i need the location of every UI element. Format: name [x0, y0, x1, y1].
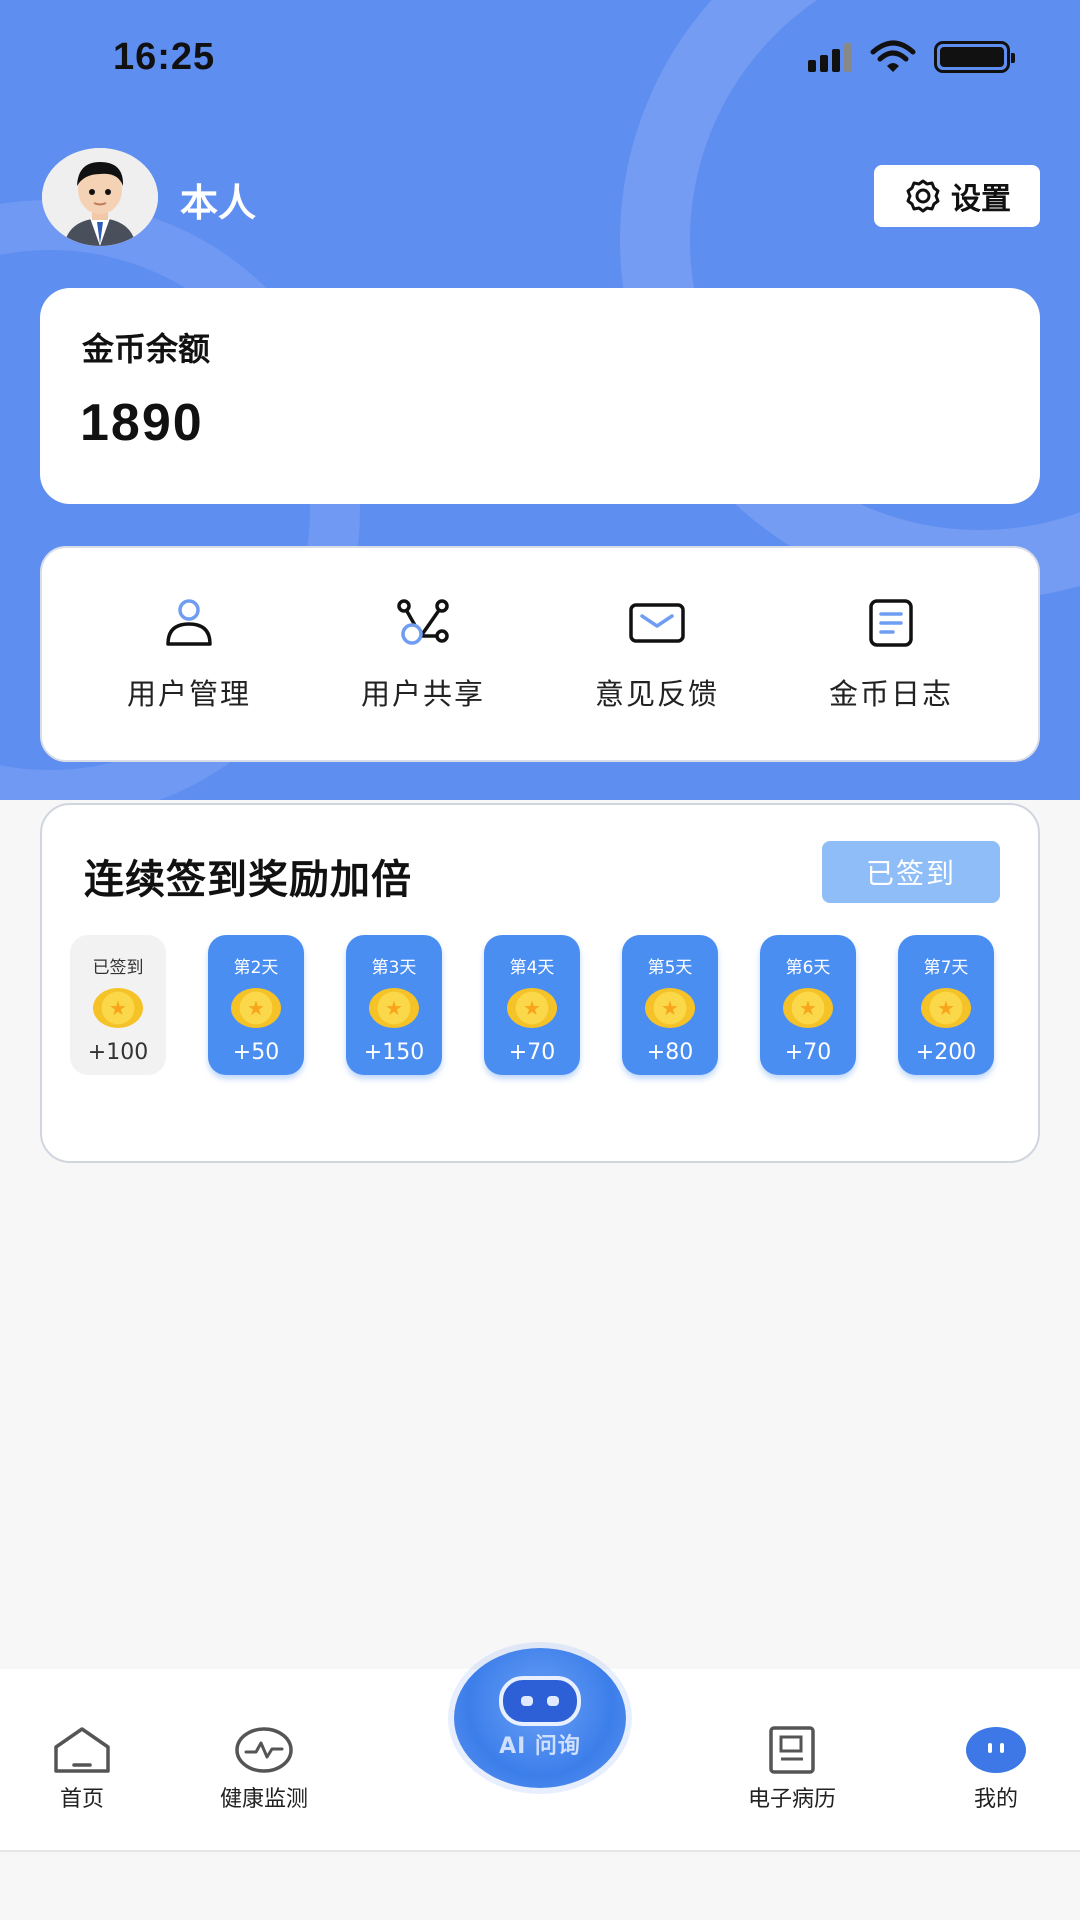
nav-health[interactable]: 健康监测 — [220, 1725, 308, 1813]
balance-label: 金币余额 — [82, 330, 211, 368]
home-icon — [54, 1727, 110, 1773]
menu-item-user-management[interactable]: 用户管理 — [89, 595, 289, 713]
robot-icon — [499, 1676, 581, 1726]
settings-label: 设置 — [951, 182, 1011, 217]
coin-icon: ★ — [369, 988, 419, 1028]
coin-icon: ★ — [645, 988, 695, 1028]
coin-icon: ★ — [507, 988, 557, 1028]
checkin-day-1[interactable]: 已签到 ★ +100 — [70, 935, 166, 1075]
coin-icon: ★ — [921, 988, 971, 1028]
menu-label: 用户共享 — [360, 677, 485, 711]
battery-icon — [934, 41, 1015, 73]
day-label: 第3天 — [371, 958, 417, 978]
checkin-day-3[interactable]: 第3天 ★ +150 — [346, 935, 442, 1075]
avatar[interactable] — [42, 148, 158, 246]
checkin-days: 已签到 ★ +100 第2天 ★ +50 第3天 ★ +150 第4天 ★ +7… — [70, 935, 1020, 1075]
medical-record-icon — [769, 1726, 815, 1774]
nav-label: 首页 — [59, 1787, 104, 1812]
nav-label: 健康监测 — [220, 1787, 309, 1812]
checked-in-button[interactable]: 已签到 — [822, 841, 1000, 903]
health-monitor-icon — [235, 1727, 293, 1773]
day-label: 第7天 — [923, 958, 969, 978]
checkin-day-7[interactable]: 第7天 ★ +200 — [898, 935, 994, 1075]
balance-value: 1890 — [80, 394, 204, 452]
menu-label: 金币日志 — [828, 677, 953, 711]
status-icons — [808, 40, 1015, 74]
ai-consult-button[interactable]: AI 问询 — [454, 1648, 626, 1788]
wifi-icon — [870, 40, 916, 72]
settings-button[interactable]: 设置 — [874, 165, 1040, 227]
nav-mine[interactable]: 我的 — [964, 1725, 1028, 1813]
day-amount: +200 — [915, 1040, 977, 1065]
nav-label: 我的 — [973, 1787, 1018, 1812]
day-label: 第5天 — [647, 958, 693, 978]
user-icon — [166, 599, 212, 646]
nav-medical-records[interactable]: 电子病历 — [748, 1725, 836, 1813]
username: 本人 — [180, 181, 257, 225]
menu-label: 用户管理 — [126, 677, 251, 711]
status-time: 16:25 — [113, 36, 216, 78]
menu-item-user-share[interactable]: 用户共享 — [323, 595, 523, 713]
checkin-title: 连续签到奖励加倍 — [84, 857, 412, 903]
menu-item-coin-log[interactable]: 金币日志 — [791, 595, 991, 713]
menu-card: 用户管理 用户共享 意见反馈 金币日志 — [40, 546, 1040, 762]
gear-icon — [906, 179, 940, 213]
coin-icon: ★ — [783, 988, 833, 1028]
day-label: 第2天 — [233, 958, 279, 978]
day-label: 已签到 — [92, 958, 144, 978]
day-amount: +80 — [646, 1040, 694, 1065]
day-amount: +100 — [87, 1040, 149, 1065]
menu-label: 意见反馈 — [594, 677, 719, 711]
checkin-day-6[interactable]: 第6天 ★ +70 — [760, 935, 856, 1075]
nav-label: 电子病历 — [748, 1787, 837, 1812]
day-amount: +150 — [363, 1040, 425, 1065]
mine-icon — [966, 1727, 1026, 1773]
day-amount: +70 — [508, 1040, 556, 1065]
document-icon — [869, 599, 913, 647]
share-icon — [397, 599, 449, 645]
menu-item-feedback[interactable]: 意见反馈 — [557, 595, 757, 713]
coin-icon: ★ — [231, 988, 281, 1028]
checkin-day-5[interactable]: 第5天 ★ +80 — [622, 935, 718, 1075]
coin-icon: ★ — [93, 988, 143, 1028]
checkin-day-4[interactable]: 第4天 ★ +70 — [484, 935, 580, 1075]
checkin-card: 连续签到奖励加倍 已签到 已签到 ★ +100 第2天 ★ +50 第3天 ★ … — [40, 803, 1040, 1163]
mail-icon — [629, 603, 685, 643]
day-label: 第6天 — [785, 958, 831, 978]
day-amount: +50 — [232, 1040, 280, 1065]
balance-card: 金币余额 1890 — [40, 288, 1040, 504]
checkin-day-2[interactable]: 第2天 ★ +50 — [208, 935, 304, 1075]
ai-consult-label: AI 问询 — [499, 1734, 581, 1759]
day-amount: +70 — [784, 1040, 832, 1065]
signal-icon — [808, 42, 852, 72]
day-label: 第4天 — [509, 958, 555, 978]
nav-home[interactable]: 首页 — [50, 1725, 114, 1813]
